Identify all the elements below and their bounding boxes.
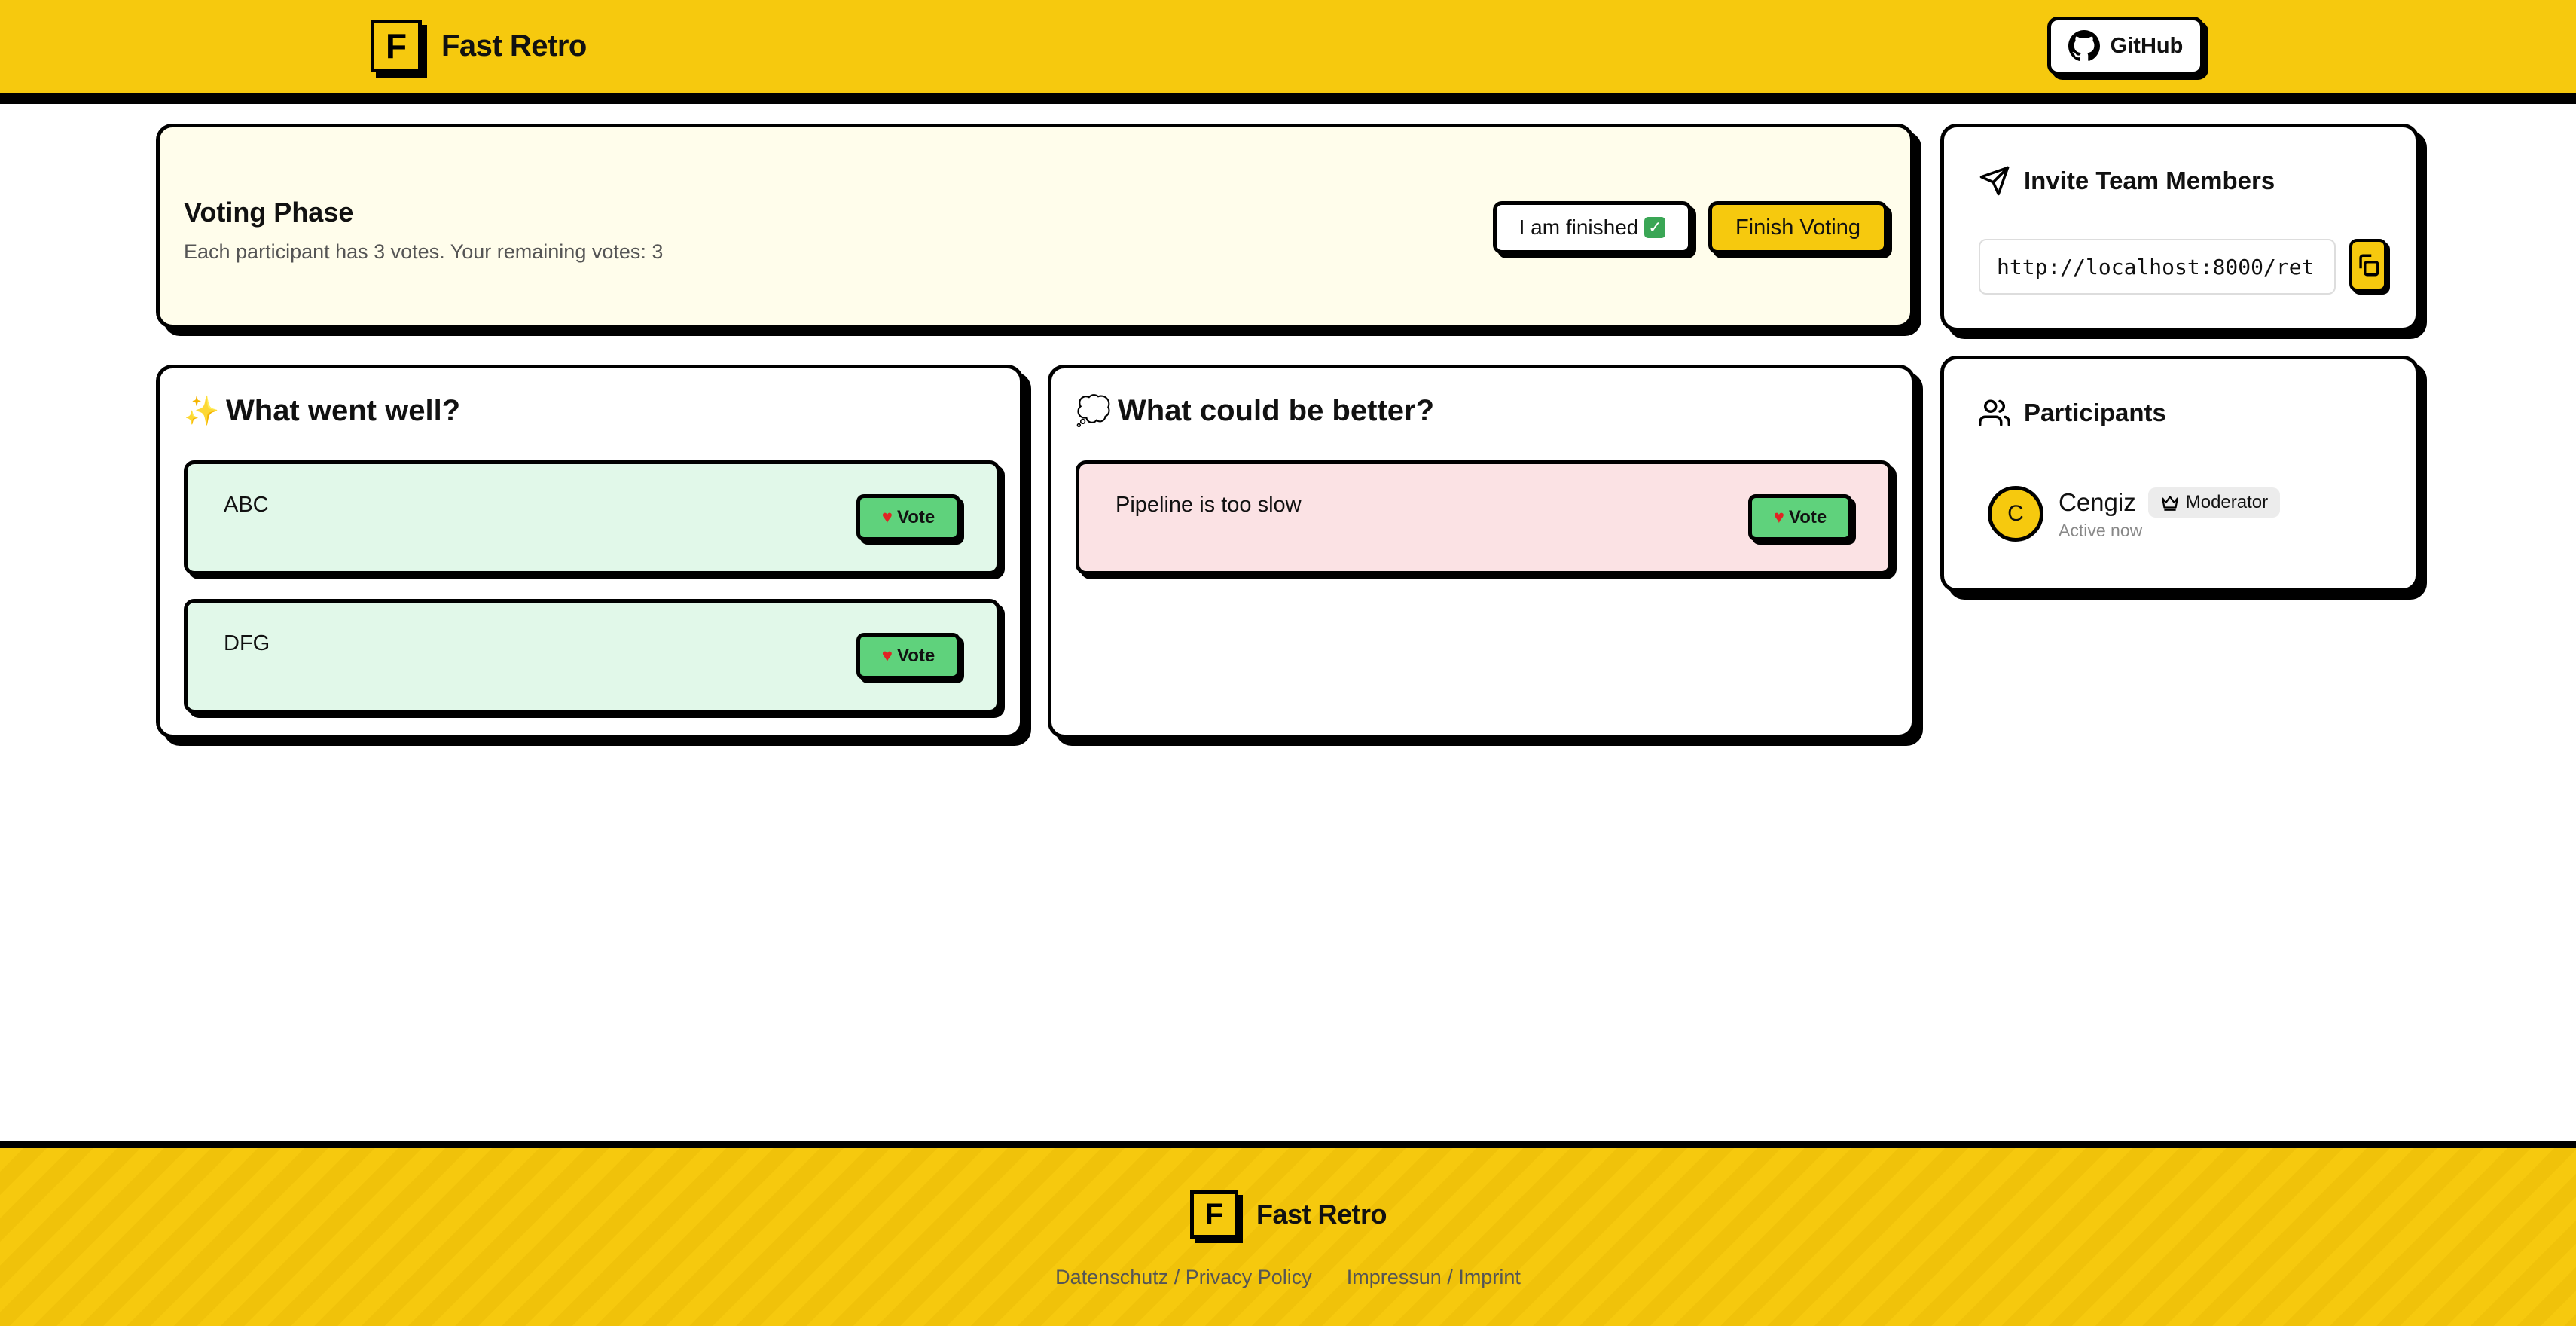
users-icon (1979, 399, 2010, 426)
brand-name: Fast Retro (441, 29, 587, 63)
heart-icon: ♥ (881, 646, 893, 666)
copy-link-button[interactable] (2349, 239, 2387, 292)
retro-item: DFG ♥ Vote (184, 599, 1000, 713)
item-text: Pipeline is too slow (1116, 493, 1302, 517)
column-title: 💭 What could be better? (1076, 394, 1434, 428)
item-text: DFG (224, 631, 270, 655)
vote-label: Vote (897, 646, 935, 666)
column-title-text: What went well? (226, 394, 461, 427)
voting-phase-description: Each participant has 3 votes. Your remai… (184, 240, 664, 263)
invite-url-field[interactable]: http://localhost:8000/ret (1979, 239, 2336, 295)
github-button[interactable]: GitHub (2047, 17, 2204, 75)
crown-icon (2161, 495, 2178, 511)
footer-brand-name: Fast Retro (1256, 1199, 1387, 1230)
brand[interactable]: F Fast Retro (371, 20, 587, 72)
moderator-badge: Moderator (2147, 487, 2281, 518)
participants-title: Participants (2024, 399, 2166, 426)
column-title-text: What could be better? (1118, 394, 1434, 427)
participant-item: C Cengiz Moderator Active now (1988, 486, 2281, 542)
invite-panel: Invite Team Members http://localhost:800… (1940, 124, 2419, 332)
vote-button[interactable]: ♥ Vote (856, 494, 960, 541)
footer: F Fast Retro Datenschutz / Privacy Polic… (0, 1141, 2576, 1326)
vote-button[interactable]: ♥ Vote (856, 633, 960, 680)
footer-logo-icon: F (1190, 1190, 1238, 1239)
column-what-went-well: ✨ What went well? ABC ♥ Vote DFG ♥ Vote (156, 365, 1024, 738)
send-icon (1979, 166, 2010, 196)
vote-label: Vote (897, 507, 935, 527)
invite-title: Invite Team Members (2024, 167, 2275, 194)
retro-item: Pipeline is too slow ♥ Vote (1076, 460, 1892, 575)
heart-icon: ♥ (1773, 507, 1784, 527)
invite-header: Invite Team Members (1979, 165, 2275, 197)
moderator-label: Moderator (2185, 491, 2269, 512)
participant-status: Active now (2059, 520, 2143, 540)
participant-name: Cengiz (2059, 487, 2136, 516)
avatar: C (1988, 486, 2043, 542)
logo-icon: F (371, 20, 422, 72)
github-icon (2068, 30, 2100, 61)
sparkles-icon: ✨ (184, 395, 220, 427)
voting-phase-panel: Voting Phase Each participant has 3 vote… (156, 124, 1914, 328)
participants-panel: Participants C Cengiz Moderator Active n… (1940, 356, 2419, 592)
finish-voting-button[interactable]: Finish Voting (1708, 201, 1888, 254)
retro-item: ABC ♥ Vote (184, 460, 1000, 575)
thought-bubble-icon: 💭 (1076, 395, 1112, 427)
vote-button[interactable]: ♥ Vote (1748, 494, 1852, 541)
participants-header: Participants (1979, 397, 2166, 429)
check-icon: ✓ (1644, 217, 1666, 238)
copy-icon (2359, 254, 2379, 277)
voting-phase-title: Voting Phase (184, 197, 354, 228)
footer-links: Datenschutz / Privacy Policy Impressun /… (0, 1266, 2576, 1289)
privacy-policy-link[interactable]: Datenschutz / Privacy Policy (1055, 1266, 1312, 1289)
i-am-finished-button[interactable]: I am finished ✓ (1493, 201, 1692, 254)
top-header: F Fast Retro GitHub (0, 0, 2576, 104)
footer-brand[interactable]: F Fast Retro (1190, 1190, 1387, 1239)
heart-icon: ♥ (881, 507, 893, 527)
vote-label: Vote (1789, 507, 1827, 527)
item-text: ABC (224, 493, 269, 517)
column-what-could-be-better: 💭 What could be better? Pipeline is too … (1048, 365, 1915, 738)
github-label: GitHub (2110, 33, 2184, 58)
imprint-link[interactable]: Impressun / Imprint (1347, 1266, 1521, 1289)
column-title: ✨ What went well? (184, 394, 460, 428)
i-am-finished-label: I am finished (1518, 215, 1639, 239)
